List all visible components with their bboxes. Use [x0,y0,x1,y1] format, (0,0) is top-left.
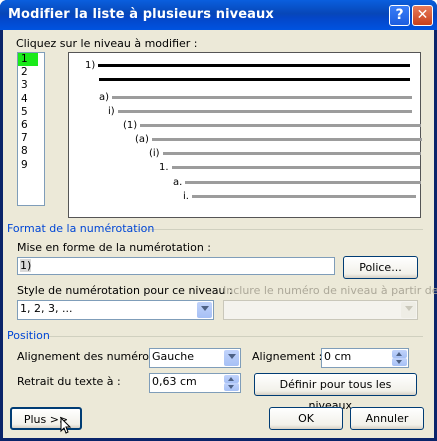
preview-line [112,96,413,99]
level-item[interactable]: 3 [18,79,44,92]
help-button[interactable]: ? [389,5,410,26]
preview-row: (a) [135,134,422,145]
level-item[interactable]: 6 [18,119,44,132]
preview-line [185,181,422,184]
preview-row: a. [173,177,422,188]
indent-label: Retrait du texte à : [17,375,121,388]
font-button[interactable]: Police... [343,256,418,279]
level-item[interactable]: 1 [18,53,38,67]
dialog-body: Cliquez sur le niveau à modifier : 12345… [3,30,437,438]
format-label: Mise en forme de la numérotation : [17,241,211,254]
level-item[interactable]: 7 [18,132,44,145]
level-item[interactable]: 5 [18,106,44,119]
preview-line [151,138,422,141]
spin-up-icon[interactable] [392,350,407,358]
preview-line [117,110,412,113]
chevron-down-icon[interactable] [197,302,212,318]
preview-row: (i) [149,148,421,159]
preview-number: 1) [85,60,96,71]
number-align-label: Alignement des numéros : [17,350,162,363]
style-select[interactable]: 1, 2, 3, ... [17,300,214,320]
close-button[interactable]: ✕ [412,5,433,26]
preview-row: i. [183,191,416,202]
dialog-title: Modifier la liste à plusieurs niveaux [8,7,274,22]
include-select[interactable] [223,300,418,320]
level-prompt-label: Cliquez sur le niveau à modifier : [16,37,198,50]
preview-line [191,195,416,198]
preview-line [140,124,422,127]
cursor-icon [60,417,72,434]
position-divider [49,336,423,337]
spin-down-icon[interactable] [224,383,239,391]
indent-spinbox[interactable]: 0,63 cm [149,373,241,393]
chevron-down-icon [401,302,416,318]
cancel-button[interactable]: Annuler [350,407,424,430]
spin-up-icon[interactable] [224,375,239,383]
preview-row: i) [108,106,412,117]
level-item[interactable]: 4 [18,93,44,106]
ok-button[interactable]: OK [269,407,343,430]
list-preview: 1) a) i) (1) (a) (i) 1. a. i. [68,52,422,218]
number-align-value: Gauche [152,350,195,363]
level-item[interactable]: 8 [18,145,44,158]
preview-row: 1. [159,162,420,173]
preview-row: (1) [123,120,422,131]
style-value: 1, 2, 3, ... [20,302,73,315]
preview-line [162,152,421,155]
level-item[interactable]: 9 [18,159,44,172]
preview-number: i) [108,106,115,117]
indent-value: 0,63 cm [152,375,197,388]
chevron-down-icon[interactable] [224,350,239,366]
spin-down-icon[interactable] [392,358,407,366]
preview-line [98,64,411,67]
preview-line [99,78,410,81]
title-bar[interactable]: Modifier la liste à plusieurs niveaux ? … [0,0,437,30]
preview-row [99,78,410,81]
level-listbox[interactable]: 123456789 [17,52,45,206]
set-all-levels-button[interactable]: Définir pour tous les niveaux... [254,373,417,412]
number-align-select[interactable]: Gauche [149,348,241,368]
preview-line [171,166,420,169]
preview-number: (i) [149,148,160,159]
preview-number: a) [99,92,110,103]
preview-row: 1) [85,60,411,71]
format-divider [133,229,423,230]
align-label: Alignement : [252,350,323,363]
preview-number: a. [173,177,183,188]
align-spinbox[interactable]: 0 cm [321,348,409,368]
preview-number: 1. [159,162,169,173]
preview-row: a) [99,92,413,103]
dialog-window: Modifier la liste à plusieurs niveaux ? … [0,0,437,441]
format-section-header: Format de la numérotation [7,222,155,235]
position-section-header: Position [7,329,50,342]
preview-number: (a) [135,134,149,145]
preview-number: (1) [123,120,138,131]
style-label: Style de numérotation pour ce niveau : [17,284,233,297]
preview-number: i. [183,191,189,202]
format-input[interactable]: 1) [17,257,335,275]
format-value: 1) [20,259,32,272]
include-label: Inclure le numéro de niveau à partir de … [223,284,437,297]
level-item[interactable]: 2 [18,66,44,79]
align-value: 0 cm [324,350,352,363]
